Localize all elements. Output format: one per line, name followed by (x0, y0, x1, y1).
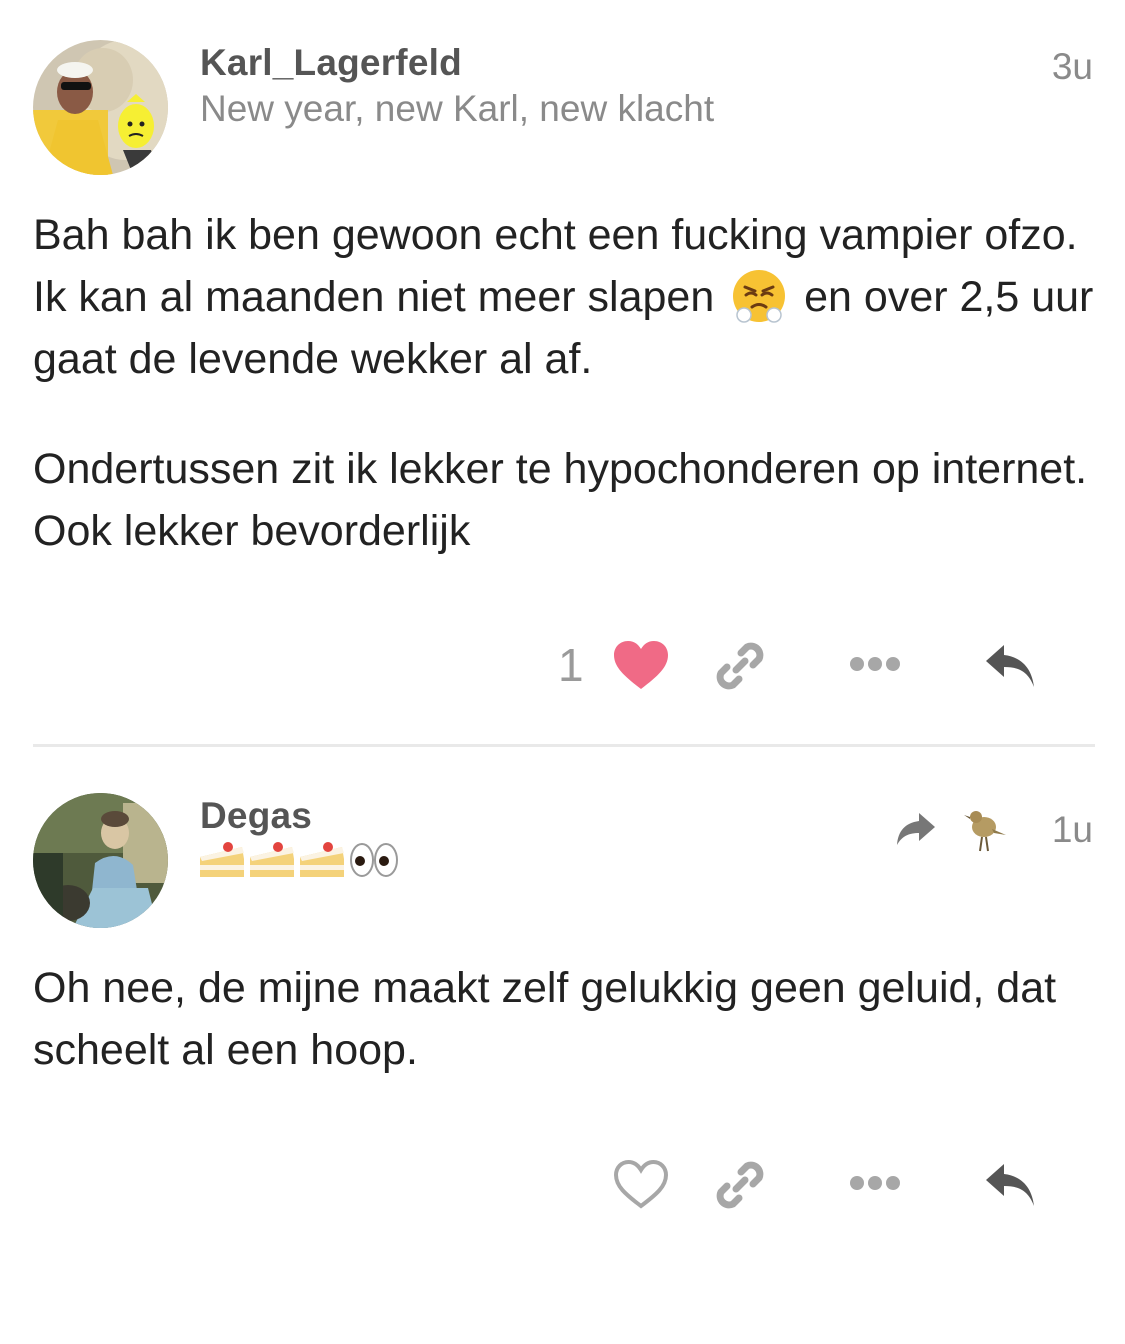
face-with-steam-from-nose-icon (733, 270, 786, 323)
like-button[interactable] (610, 1155, 672, 1213)
shortcake-icon (200, 842, 244, 877)
reply-button[interactable] (980, 1157, 1040, 1213)
post-paragraph: Oh nee, de mijne maakt zelf gelukkig gee… (33, 964, 1057, 1074)
post-paragraph: Ondertussen zit ik lekker te hypochonder… (33, 445, 1088, 555)
eyes-icon (350, 843, 398, 877)
avatar-image (33, 793, 168, 928)
bird-avatar-icon (964, 811, 1006, 852)
shortcake-icon (300, 842, 344, 877)
avatar-degas[interactable] (33, 793, 168, 928)
username[interactable]: Degas (200, 795, 312, 837)
reply-to-avatar[interactable] (962, 805, 1008, 855)
heart-outline-icon (613, 1159, 669, 1209)
like-count[interactable]: 1 (558, 638, 584, 692)
avatar-image (33, 40, 168, 175)
username[interactable]: Karl_Lagerfeld (200, 42, 462, 84)
copy-link-button[interactable] (710, 1155, 770, 1215)
avatar-karl-lagerfeld[interactable] (33, 40, 168, 175)
more-options-button[interactable] (846, 648, 904, 680)
share-arrow-icon (897, 813, 935, 845)
reply-button[interactable] (980, 638, 1040, 694)
reply-arrow-icon (986, 645, 1034, 687)
user-title: New year, new Karl, new klacht (200, 88, 715, 129)
more-options-button[interactable] (846, 1167, 904, 1199)
post-karl-lagerfeld: Karl_Lagerfeld New year, new Karl, new k… (0, 0, 1125, 746)
shortcake-icon (250, 842, 294, 877)
heart-filled-icon (614, 641, 668, 689)
ellipsis-icon (850, 1176, 900, 1190)
ellipsis-icon (850, 657, 900, 671)
post-time[interactable]: 1u (1052, 809, 1093, 851)
user-flair (198, 837, 400, 883)
reply-arrow-icon (986, 1164, 1034, 1206)
link-icon (716, 1161, 764, 1209)
like-button[interactable] (610, 636, 672, 694)
post-time[interactable]: 3u (1052, 46, 1093, 88)
copy-link-button[interactable] (710, 636, 770, 696)
post-paragraph: Bah bah ik ben gewoon echt een fucking v… (33, 204, 1103, 390)
reply-to-indicator[interactable] (895, 811, 937, 847)
link-icon (716, 642, 764, 690)
post-degas: Degas 1u Oh nee, de mijne maakt zelf gel… (0, 747, 1125, 1344)
